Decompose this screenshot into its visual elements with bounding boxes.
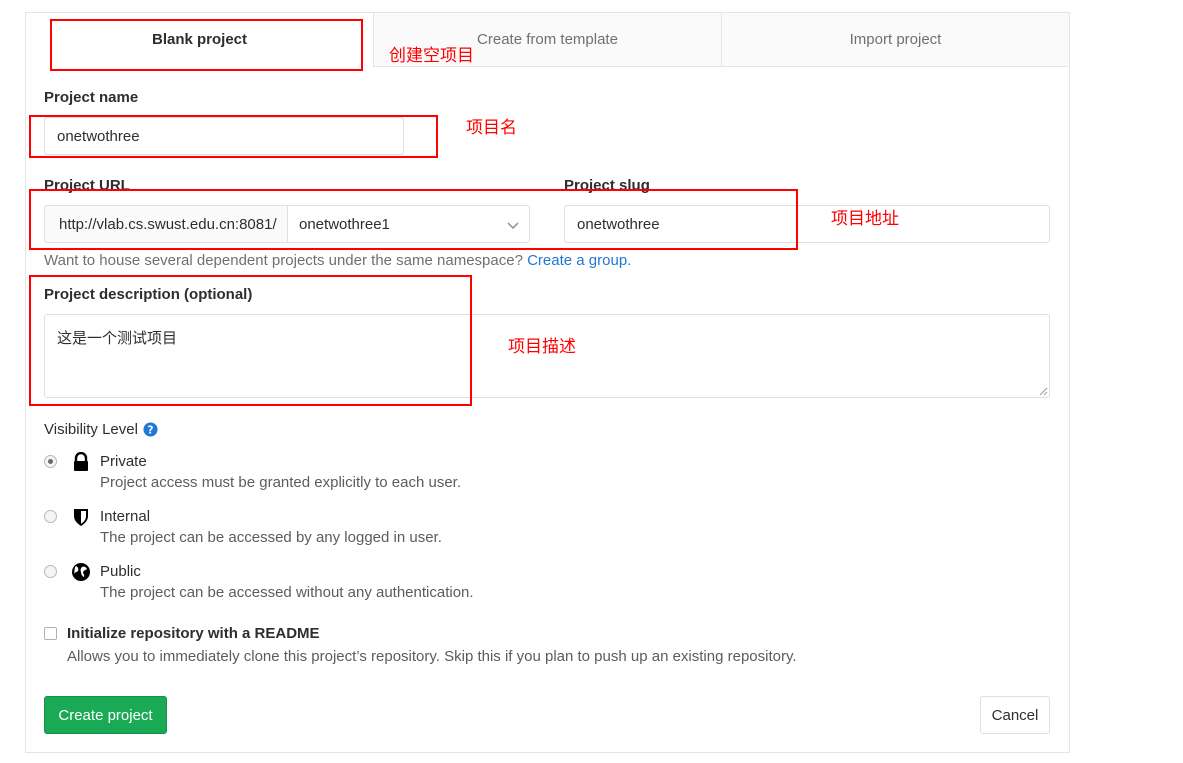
project-name-label: Project name	[44, 89, 139, 106]
project-description-value: 这是一个测试项目	[57, 330, 178, 347]
visibility-public-title: Public	[100, 563, 141, 580]
initialize-readme-label: Initialize repository with a README	[67, 625, 320, 642]
chevron-down-icon	[507, 222, 519, 230]
project-url-label: Project URL	[44, 177, 130, 194]
visibility-level-label: Visibility Level	[44, 421, 138, 438]
tab-blank-project[interactable]: Blank project	[26, 13, 373, 67]
lock-icon	[74, 452, 88, 471]
tab-import-project[interactable]: Import project	[721, 13, 1069, 67]
visibility-private-desc: Project access must be granted explicitl…	[100, 474, 462, 491]
visibility-level-heading: Visibility Level ?	[44, 421, 158, 438]
visibility-public-desc: The project can be accessed without any …	[100, 584, 474, 601]
initialize-readme-checkbox[interactable]	[44, 627, 57, 640]
visibility-internal-radio[interactable]	[44, 510, 57, 523]
namespace-select-value: onetwothree1	[299, 215, 390, 233]
create-group-link[interactable]: Create a group.	[527, 252, 631, 269]
globe-icon	[72, 563, 90, 581]
project-type-tabs: Blank project Create from template Impor…	[26, 13, 1069, 67]
svg-text:?: ?	[147, 424, 153, 436]
annotation-blank-project: 创建空项目	[389, 46, 474, 66]
namespace-select[interactable]: onetwothree1	[287, 205, 530, 243]
namespace-help-text: Want to house several dependent projects…	[44, 252, 631, 269]
visibility-private-radio[interactable]	[44, 455, 57, 468]
annotation-project-url: 项目地址	[831, 209, 899, 229]
annotation-project-name: 项目名	[466, 118, 517, 138]
resize-handle-icon[interactable]	[1038, 386, 1048, 396]
cancel-button[interactable]: Cancel	[980, 696, 1050, 734]
visibility-private-title: Private	[100, 453, 147, 470]
namespace-help-sentence: Want to house several dependent projects…	[44, 252, 523, 269]
annotation-project-description: 项目描述	[508, 337, 576, 357]
project-slug-input[interactable]: onetwothree	[564, 205, 1050, 243]
visibility-public-radio[interactable]	[44, 565, 57, 578]
project-name-input[interactable]: onetwothree	[44, 117, 404, 155]
project-slug-label: Project slug	[564, 177, 650, 194]
shield-icon	[74, 509, 88, 526]
visibility-internal-title: Internal	[100, 508, 151, 525]
initialize-readme-desc: Allows you to immediately clone this pro…	[67, 648, 797, 665]
project-url-prefix: http://vlab.cs.swust.edu.cn:8081/	[44, 205, 288, 243]
create-project-button[interactable]: Create project	[44, 696, 167, 734]
project-description-label: Project description (optional)	[44, 286, 253, 303]
help-icon[interactable]: ?	[143, 422, 158, 437]
visibility-internal-desc: The project can be accessed by any logge…	[100, 529, 442, 546]
